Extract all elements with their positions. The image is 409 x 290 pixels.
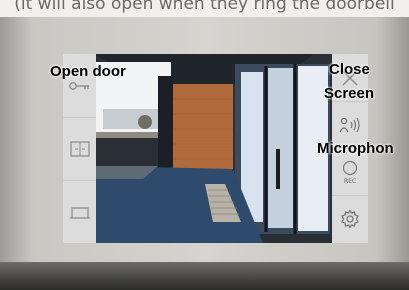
gear-icon (341, 209, 359, 229)
close-annotation-line1: Close (329, 61, 370, 78)
key-icon (68, 81, 89, 90)
open-door-annotation: Open door (50, 63, 126, 80)
close-annotation-line2: Screen (324, 85, 375, 102)
record-label: REC (344, 178, 357, 185)
talk-icon (339, 117, 360, 132)
record-icon (342, 160, 358, 175)
barrier-button[interactable] (63, 180, 96, 243)
gate-icon (69, 140, 90, 157)
microphone-annotation: Microphon (317, 140, 394, 157)
barrier-icon (69, 206, 90, 219)
photo-caption: (it will also open when they ring the do… (0, 0, 409, 17)
left-control-panel (63, 54, 96, 243)
bezel-shadow (0, 262, 409, 290)
settings-button[interactable] (332, 195, 368, 243)
gate-button[interactable] (63, 117, 96, 181)
